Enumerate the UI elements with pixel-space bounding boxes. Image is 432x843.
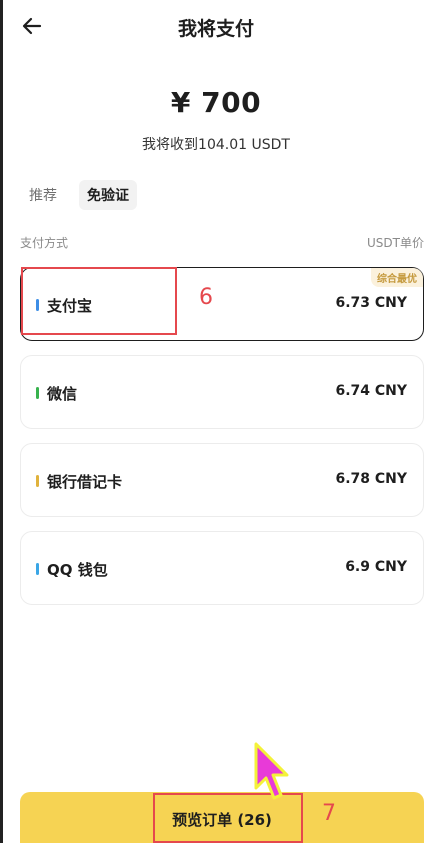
debit-color-marker bbox=[36, 475, 39, 487]
header: 我将支付 bbox=[0, 0, 432, 52]
usdt-price-heading: USDT单价 bbox=[367, 236, 424, 250]
annotation-box-6 bbox=[21, 267, 177, 335]
method-name: QQ 钱包 bbox=[47, 561, 108, 579]
method-card-debit[interactable]: 银行借记卡 6.78 CNY bbox=[20, 443, 424, 517]
method-card-wechat[interactable]: 微信 6.74 CNY bbox=[20, 355, 424, 429]
method-price: 6.73 CNY bbox=[335, 295, 407, 311]
method-price: 6.78 CNY bbox=[335, 471, 407, 487]
payment-screen: 我将支付 ¥ 700 我将收到104.01 USDT 推荐 免验证 支付方式 U… bbox=[0, 0, 432, 843]
method-price: 6.74 CNY bbox=[335, 383, 407, 399]
annotation-number-7: 7 bbox=[322, 801, 336, 826]
mouse-cursor-icon bbox=[254, 742, 289, 800]
annotation-number-6: 6 bbox=[199, 285, 213, 310]
qq-color-marker bbox=[36, 563, 39, 575]
tab-bar: 推荐 免验证 bbox=[20, 180, 137, 210]
tab-recommended[interactable]: 推荐 bbox=[20, 180, 65, 210]
window-edge bbox=[0, 0, 3, 843]
method-card-qq-wallet[interactable]: QQ 钱包 6.9 CNY bbox=[20, 531, 424, 605]
page-title: 我将支付 bbox=[177, 18, 254, 40]
receive-amount: 我将收到104.01 USDT bbox=[142, 137, 290, 153]
method-name: 银行借记卡 bbox=[47, 473, 123, 491]
tab-no-verification[interactable]: 免验证 bbox=[79, 180, 137, 210]
payment-method-heading: 支付方式 bbox=[20, 236, 69, 250]
method-list-header: 支付方式 USDT单价 bbox=[20, 234, 424, 251]
method-name: 微信 bbox=[47, 385, 78, 403]
pay-amount: ¥ 700 bbox=[170, 86, 262, 119]
method-price: 6.9 CNY bbox=[345, 559, 407, 575]
wechat-color-marker bbox=[36, 387, 39, 399]
best-overall-badge: 综合最优 bbox=[371, 268, 423, 287]
